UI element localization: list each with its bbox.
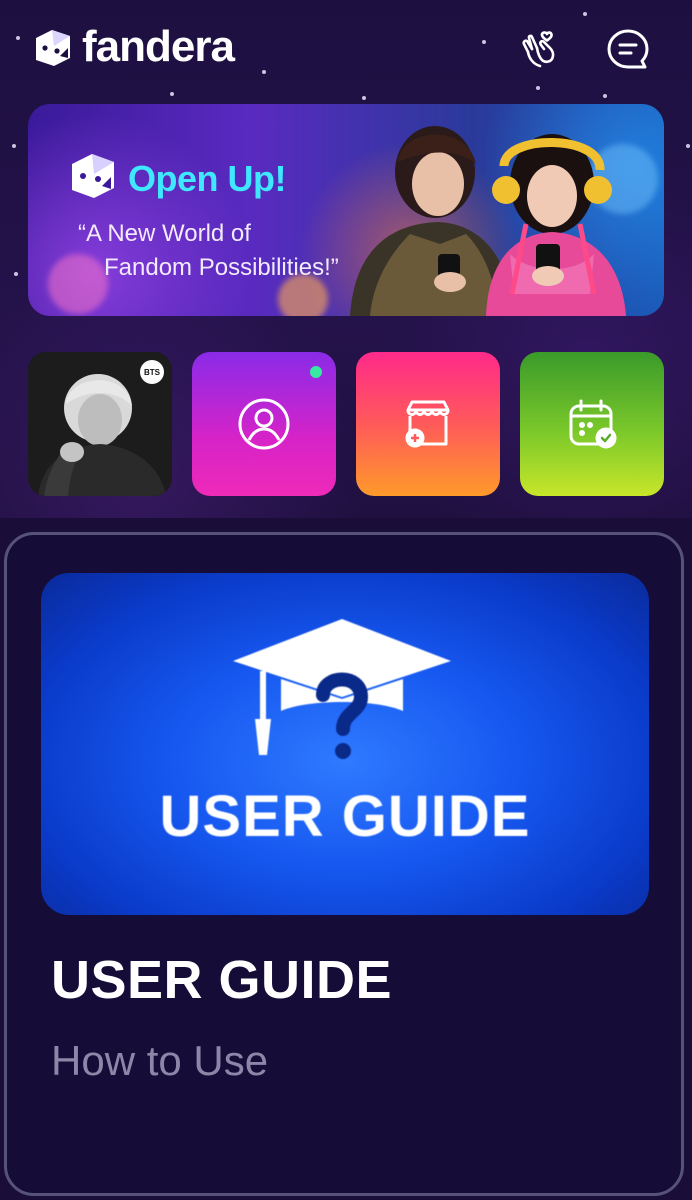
home-top-area: fandera Open Up! “A New World of Fandom … xyxy=(0,0,692,528)
banner-title: Open Up! xyxy=(128,158,286,199)
user-guide-card[interactable]: USER GUIDE USER GUIDE How to Use xyxy=(4,532,684,1196)
profile-tile[interactable] xyxy=(192,352,336,496)
calendar-tile[interactable] xyxy=(520,352,664,496)
finger-heart-button[interactable] xyxy=(514,26,562,74)
star xyxy=(14,272,18,276)
card-subtitle: How to Use xyxy=(51,1037,269,1084)
divider-strip xyxy=(0,518,692,532)
user-circle-icon xyxy=(238,398,290,450)
card-title: USER GUIDE xyxy=(51,950,393,1010)
bokeh-light xyxy=(48,254,108,314)
calendar-check-icon xyxy=(569,399,617,449)
brand-name: fandera xyxy=(82,22,235,71)
fans-with-phones-photo xyxy=(350,126,626,316)
chat-button[interactable] xyxy=(604,26,652,74)
fandera-logo-icon xyxy=(36,30,70,66)
banner-quote-line1: “A New World of xyxy=(78,220,251,247)
artist-badge: BTS xyxy=(140,360,164,384)
graduation-cap-question-icon xyxy=(233,619,451,759)
chat-icon xyxy=(607,29,649,69)
user-guide-image: USER GUIDE xyxy=(41,573,649,915)
shop-tile[interactable] xyxy=(356,352,500,496)
finger-heart-icon xyxy=(522,31,555,68)
artist-tile[interactable]: BTS xyxy=(28,352,172,496)
user-guide-image-text: USER GUIDE xyxy=(159,784,531,849)
brand-logo[interactable]: fandera xyxy=(30,22,235,71)
online-indicator xyxy=(310,366,322,378)
star xyxy=(686,144,690,148)
star xyxy=(12,144,16,148)
mascot-icon xyxy=(72,154,114,198)
top-bar: fandera xyxy=(0,0,692,100)
store-icon xyxy=(405,400,450,448)
promo-banner[interactable]: Open Up! “A New World of Fandom Possibil… xyxy=(28,104,664,316)
